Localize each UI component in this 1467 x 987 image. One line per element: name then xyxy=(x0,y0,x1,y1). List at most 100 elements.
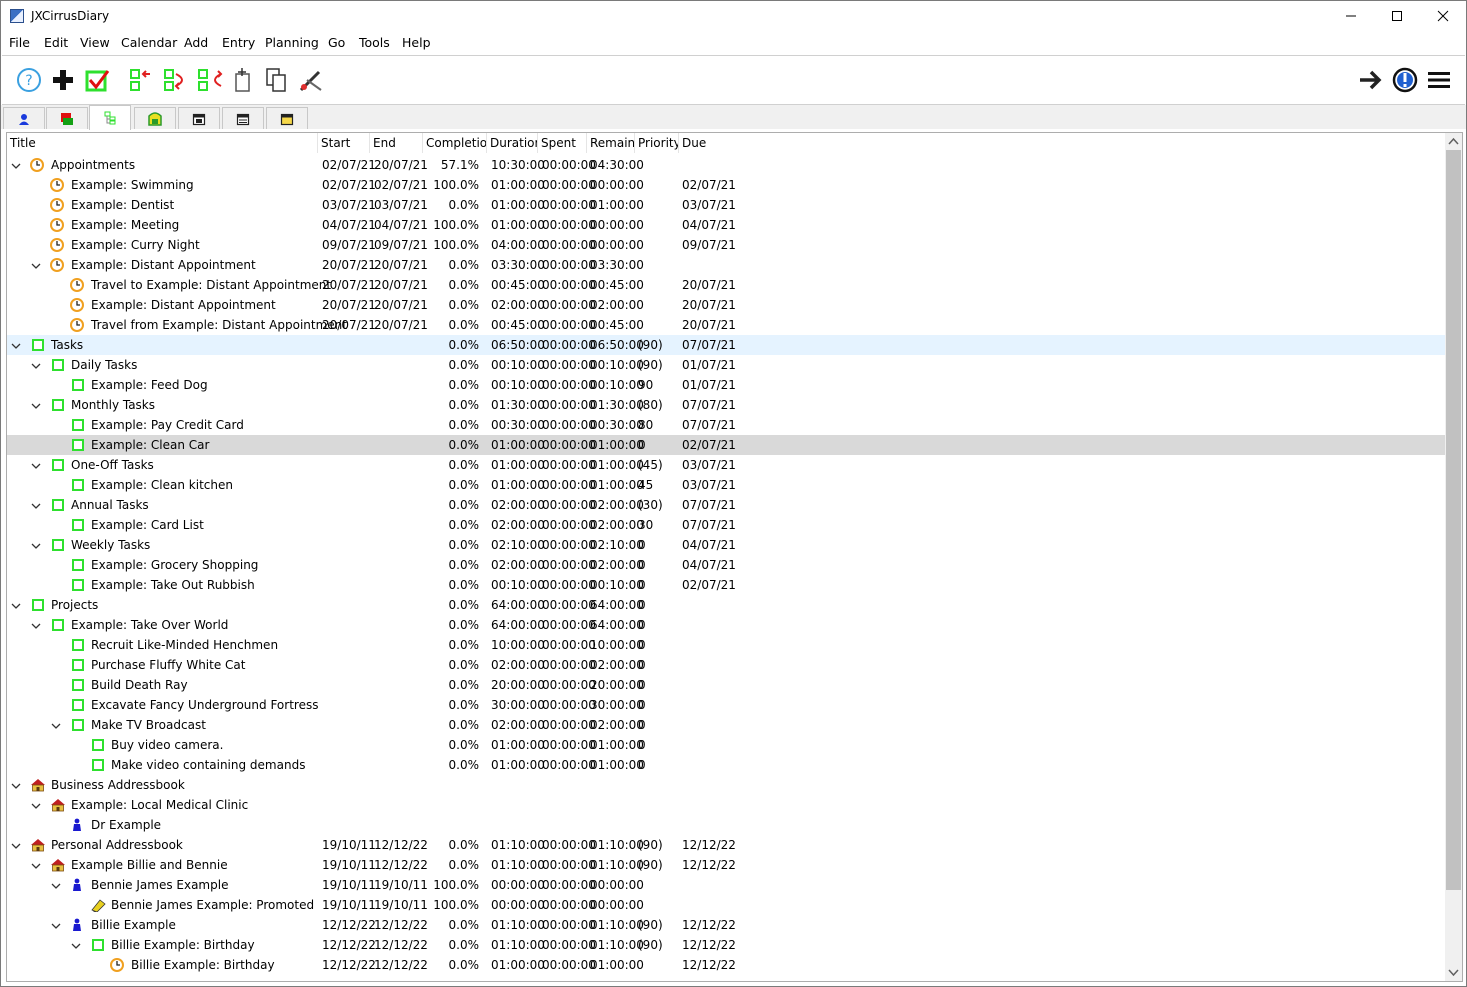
move-left-icon[interactable] xyxy=(128,66,156,94)
table-row[interactable]: Example: Meeting 04/07/21 04/07/21 100.0% 01… xyxy=(7,215,1445,235)
table-row[interactable]: Make TV Broadcast 0.0% 02:00:00 00:00:00 02:… xyxy=(7,715,1445,735)
close-button[interactable] xyxy=(1420,1,1466,31)
menu-file[interactable]: File xyxy=(9,35,30,50)
chevron-down-icon[interactable] xyxy=(11,780,21,790)
table-row[interactable]: Example: Feed Dog 0.0% 00:10:00 00:00:00 00:… xyxy=(7,375,1445,395)
minimize-button[interactable] xyxy=(1328,1,1374,31)
col-priority[interactable]: Priority xyxy=(635,133,679,153)
table-row[interactable]: Make video containing demands 0.0% 01:00:0… xyxy=(7,755,1445,775)
table-row[interactable]: Example: Distant Appointment 20/07/21 20/0… xyxy=(7,295,1445,315)
table-row[interactable]: Example: Swimming 02/07/21 02/07/21 100.0% 0… xyxy=(7,175,1445,195)
table-row[interactable]: Monthly Tasks 0.0% 01:30:00 00:00:00 01:30:0… xyxy=(7,395,1445,415)
maximize-button[interactable] xyxy=(1374,1,1420,31)
chevron-down-icon[interactable] xyxy=(51,720,61,730)
col-remain[interactable]: Remain xyxy=(587,133,635,153)
col-spent[interactable]: Spent xyxy=(538,133,587,153)
chevron-down-icon[interactable] xyxy=(31,260,41,270)
table-row[interactable]: Dr Example xyxy=(7,815,1445,835)
table-row[interactable]: Example: Curry Night 09/07/21 09/07/21 100.… xyxy=(7,235,1445,255)
chevron-down-icon[interactable] xyxy=(51,880,61,890)
col-duration[interactable]: Duratior xyxy=(487,133,538,153)
copy-icon[interactable] xyxy=(263,66,291,94)
col-due[interactable]: Due xyxy=(679,133,739,153)
alert-icon[interactable] xyxy=(1391,66,1419,94)
chevron-down-icon[interactable] xyxy=(11,840,21,850)
chevron-down-icon[interactable] xyxy=(31,400,41,410)
table-row[interactable]: Business Addressbook xyxy=(7,775,1445,795)
chevron-down-icon[interactable] xyxy=(11,340,21,350)
chevron-down-icon[interactable] xyxy=(31,360,41,370)
tab-people[interactable] xyxy=(3,107,45,129)
table-row[interactable]: Buy video camera. 0.0% 01:00:00 00:00:00 01:… xyxy=(7,735,1445,755)
table-row[interactable]: Projects 0.0% 64:00:00 00:00:00 64:00:00 0 xyxy=(7,595,1445,615)
chevron-down-icon[interactable] xyxy=(31,540,41,550)
table-row[interactable]: Daily Tasks 0.0% 00:10:00 00:00:00 00:10:00(… xyxy=(7,355,1445,375)
table-row[interactable]: Travel to Example: Distant Appointment 20… xyxy=(7,275,1445,295)
menu-help[interactable]: Help xyxy=(402,35,431,50)
table-row[interactable]: Billie Example: Birthday 12/12/22 12/12/22… xyxy=(7,935,1445,955)
tab-day[interactable] xyxy=(178,107,220,129)
add-icon[interactable] xyxy=(49,66,77,94)
table-row[interactable]: Example Billie and Bennie 19/10/11 12/12/2… xyxy=(7,855,1445,875)
scrollbar-thumb[interactable] xyxy=(1446,150,1461,890)
forward-arrow-icon[interactable] xyxy=(1357,66,1385,94)
chevron-down-icon[interactable] xyxy=(31,620,41,630)
complete-check-icon[interactable] xyxy=(83,66,111,94)
col-title[interactable]: Title xyxy=(7,133,318,153)
chevron-down-icon[interactable] xyxy=(31,460,41,470)
table-row[interactable]: Annual Tasks 0.0% 02:00:00 00:00:00 02:00:00… xyxy=(7,495,1445,515)
menu-add[interactable]: Add xyxy=(184,35,208,50)
help-icon[interactable]: ? xyxy=(15,66,43,94)
table-row[interactable]: Build Death Ray 0.0% 20:00:00 00:00:00 20:00… xyxy=(7,675,1445,695)
chevron-down-icon[interactable] xyxy=(31,500,41,510)
table-row[interactable]: Billie Example 12/12/22 12/12/22 0.0% 01:10:… xyxy=(7,915,1445,935)
tab-week[interactable] xyxy=(222,107,264,129)
tab-tree[interactable] xyxy=(89,105,131,130)
new-page-icon[interactable] xyxy=(230,66,258,94)
menu-tools[interactable]: Tools xyxy=(359,35,390,50)
col-start[interactable]: Start xyxy=(318,133,370,153)
reschedule-icon[interactable] xyxy=(162,66,190,94)
table-row[interactable]: Example: Pay Credit Card 0.0% 00:30:00 00:0… xyxy=(7,415,1445,435)
table-row[interactable]: One-Off Tasks 0.0% 01:00:00 00:00:00 01:00:0… xyxy=(7,455,1445,475)
menu-view[interactable]: View xyxy=(80,35,110,50)
repeat-icon[interactable] xyxy=(196,66,224,94)
table-row[interactable]: Billie Example: Birthday 12/12/22 12/12/22… xyxy=(7,955,1445,975)
chevron-down-icon[interactable] xyxy=(11,160,21,170)
menu-planning[interactable]: Planning xyxy=(265,35,319,50)
menu-calendar[interactable]: Calendar xyxy=(121,35,177,50)
table-row[interactable]: Weekly Tasks 0.0% 02:10:00 00:00:00 02:10:00… xyxy=(7,535,1445,555)
table-row[interactable]: Tasks 0.0% 06:50:00 00:00:00 06:50:00 (90) 07/… xyxy=(7,335,1445,355)
vertical-scrollbar[interactable] xyxy=(1445,133,1462,981)
table-row[interactable]: Example: Distant Appointment 20/07/21 20/0… xyxy=(7,255,1445,275)
menu-go[interactable]: Go xyxy=(328,35,345,50)
chevron-down-icon[interactable] xyxy=(11,600,21,610)
table-row[interactable]: Recruit Like-Minded Henchmen 0.0% 10:00:00… xyxy=(7,635,1445,655)
menu-entry[interactable]: Entry xyxy=(222,35,255,50)
menu-icon[interactable] xyxy=(1425,66,1453,94)
tab-calendar[interactable] xyxy=(134,107,176,129)
col-completion[interactable]: Completio xyxy=(423,133,487,153)
table-row[interactable]: Example: Grocery Shopping 0.0% 02:00:00 00:… xyxy=(7,555,1445,575)
chevron-down-icon[interactable] xyxy=(71,940,81,950)
table-row[interactable]: Excavate Fancy Underground Fortress 0.0% 3… xyxy=(7,695,1445,715)
chevron-down-icon[interactable] xyxy=(31,800,41,810)
table-row[interactable]: Purchase Fluffy White Cat 0.0% 02:00:00 00:… xyxy=(7,655,1445,675)
tools-icon[interactable] xyxy=(297,66,325,94)
table-row[interactable]: Appointments 02/07/21 20/07/21 57.1% 10:30:0… xyxy=(7,155,1445,175)
tree-table[interactable]: Title Start End Completio Duratior Spent… xyxy=(6,132,1463,982)
table-row[interactable]: Example: Card List 0.0% 02:00:00 00:00:00 02… xyxy=(7,515,1445,535)
menu-edit[interactable]: Edit xyxy=(44,35,68,50)
table-row[interactable]: Example: Dentist 03/07/21 03/07/21 0.0% 01:0… xyxy=(7,195,1445,215)
table-row[interactable]: Example: Clean Car 0.0% 01:00:00 00:00:00 01… xyxy=(7,435,1445,455)
tab-folders[interactable] xyxy=(46,107,88,129)
table-row[interactable]: Example: Take Over World 0.0% 64:00:00 00:0… xyxy=(7,615,1445,635)
tab-month[interactable] xyxy=(266,107,308,129)
table-row[interactable]: Bennie James Example: Promoted 19/10/11 19… xyxy=(7,895,1445,915)
chevron-down-icon[interactable] xyxy=(51,920,61,930)
table-row[interactable]: Example: Clean kitchen 0.0% 01:00:00 00:00:… xyxy=(7,475,1445,495)
table-row[interactable]: Bennie James Example 19/10/11 19/10/11 100.… xyxy=(7,875,1445,895)
chevron-down-icon[interactable] xyxy=(31,860,41,870)
table-row[interactable]: Example: Take Out Rubbish 0.0% 00:10:00 00:… xyxy=(7,575,1445,595)
table-row[interactable]: Travel from Example: Distant Appointment… xyxy=(7,315,1445,335)
